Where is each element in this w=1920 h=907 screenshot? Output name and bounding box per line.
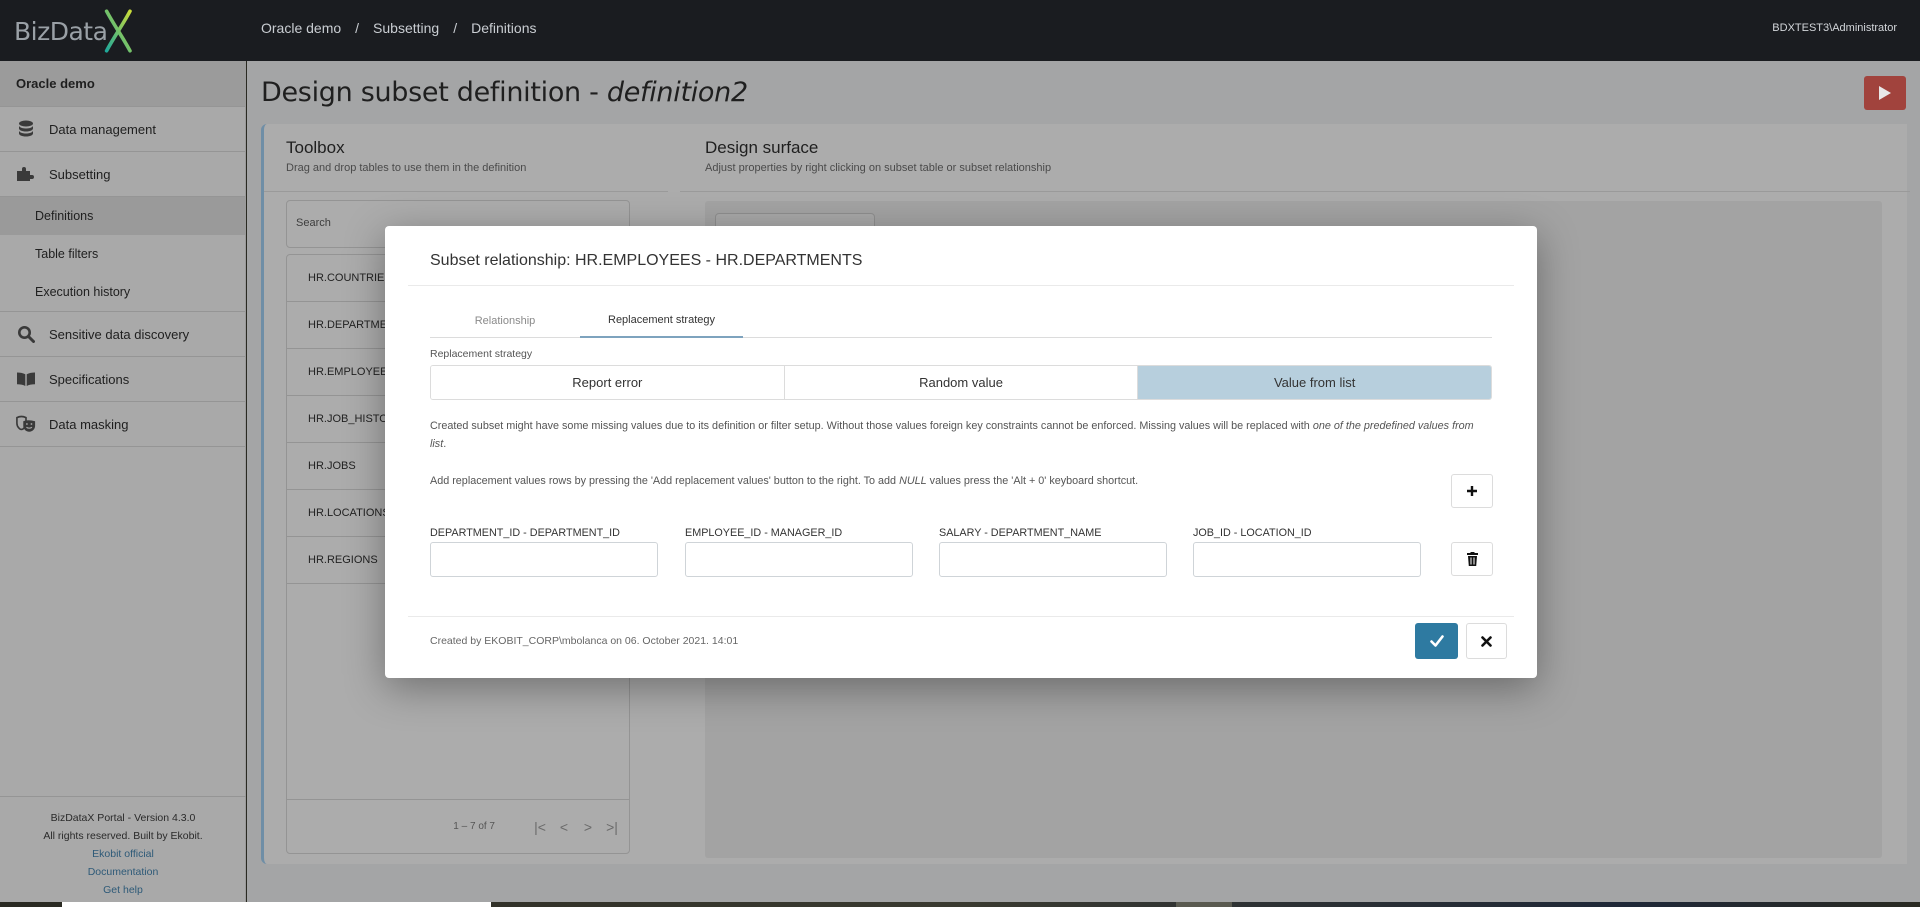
sidebar-subitem-table-filters[interactable]: Table filters <box>0 235 245 273</box>
sidebar-item-label: Data management <box>49 121 156 137</box>
sidebar-subitem-execution-history[interactable]: Execution history <box>0 273 245 311</box>
replacement-field-job-id: JOB_ID - LOCATION_ID <box>1193 527 1421 577</box>
toolbox-title: Toolbox <box>286 138 345 157</box>
replacement-hint: Add replacement values rows by pressing … <box>430 475 1138 487</box>
divider <box>408 285 1514 286</box>
strategy-description: Created subset might have some missing v… <box>430 417 1492 453</box>
breadcrumb-item-definitions[interactable]: Definitions <box>471 20 536 36</box>
replacement-field-salary: SALARY - DEPARTMENT_NAME <box>939 527 1167 577</box>
delete-row-button[interactable] <box>1451 542 1493 576</box>
cancel-button[interactable] <box>1466 623 1507 659</box>
definition-name: definition2 <box>606 77 748 108</box>
search-icon <box>16 324 36 344</box>
top-navbar: BizData Oracle demo / Subsetting / Defin… <box>0 0 1920 61</box>
version-text: BizDataX Portal - Version 4.3.0 <box>50 812 196 824</box>
field-label: DEPARTMENT_ID - DEPARTMENT_ID <box>430 527 620 539</box>
sidebar-item-data-masking[interactable]: Data masking <box>0 402 245 447</box>
sidebar: Oracle demo Data management Subsetting D… <box>0 61 246 902</box>
subsetting-submenu: Definitions Table filters Execution hist… <box>0 197 245 312</box>
run-definition-button[interactable] <box>1864 76 1906 110</box>
next-page-icon[interactable]: > <box>581 819 595 835</box>
design-surface-subtitle: Adjust properties by right clicking on s… <box>705 162 1052 174</box>
employee-id-input[interactable] <box>685 542 913 577</box>
strategy-report-error-button[interactable]: Report error <box>431 366 785 399</box>
link-documentation[interactable]: Documentation <box>0 863 246 881</box>
tab-replacement-strategy[interactable]: Replacement strategy <box>580 304 743 338</box>
add-replacement-values-button[interactable] <box>1451 474 1493 508</box>
previous-page-icon[interactable]: < <box>557 819 571 835</box>
link-get-help[interactable]: Get help <box>0 881 246 899</box>
breadcrumb-separator: / <box>453 20 458 36</box>
play-icon <box>1879 86 1891 100</box>
sidebar-item-label: Data masking <box>49 416 129 432</box>
masks-icon <box>16 414 36 434</box>
breadcrumb-item-oracle-demo[interactable]: Oracle demo <box>261 20 341 36</box>
description-text: Created subset might have some missing v… <box>430 420 1313 432</box>
tab-relationship[interactable]: Relationship <box>430 304 580 338</box>
strategy-value-from-list-button[interactable]: Value from list <box>1138 366 1491 399</box>
taskbar-window[interactable] <box>62 902 491 907</box>
divider <box>264 191 668 192</box>
hint-text: Add replacement values rows by pressing … <box>430 475 900 487</box>
sidebar-item-subsetting[interactable]: Subsetting <box>0 152 245 197</box>
toolbox-subtitle: Drag and drop tables to use them in the … <box>286 162 527 174</box>
sidebar-item-label: Specifications <box>49 371 130 387</box>
link-ekobit-official[interactable]: Ekobit official <box>0 845 246 863</box>
sidebar-item-specifications[interactable]: Specifications <box>0 357 245 402</box>
created-by-info: Created by EKOBIT_CORP\mbolanca on 06. O… <box>430 635 739 647</box>
puzzle-icon <box>16 164 36 184</box>
plus-icon <box>1467 486 1477 496</box>
breadcrumb: Oracle demo / Subsetting / Definitions <box>261 20 536 36</box>
logo-text: BizData <box>14 16 108 46</box>
sidebar-footer: BizDataX Portal - Version 4.3.0 All righ… <box>0 796 246 902</box>
sidebar-item-label: Sensitive data discovery <box>49 326 190 342</box>
sidebar-item-label: Subsetting <box>49 166 111 182</box>
sidebar-project-header[interactable]: Oracle demo <box>0 61 245 107</box>
taskbar-item[interactable] <box>1176 902 1232 907</box>
replacement-strategy-toggle: Report error Random value Value from lis… <box>430 365 1492 400</box>
os-taskbar <box>0 902 1920 907</box>
close-icon <box>1481 635 1492 647</box>
database-icon <box>16 119 36 139</box>
description-end: . <box>443 438 447 450</box>
first-page-icon[interactable]: |< <box>533 819 547 835</box>
logo-x-mark-icon <box>105 9 133 53</box>
hint-null: NULL <box>899 475 927 487</box>
sidebar-item-data-management[interactable]: Data management <box>0 107 245 152</box>
design-surface-title: Design surface <box>705 138 819 157</box>
divider <box>408 616 1514 617</box>
rights-text: All rights reserved. Built by Ekobit. <box>43 830 203 842</box>
dialog-tabs: Relationship Replacement strategy <box>430 304 1492 338</box>
page-title: Design subset definition - definition2 <box>261 77 748 108</box>
confirm-button[interactable] <box>1415 623 1458 659</box>
toolbox-paginator: 1 – 7 of 7 |< < > >| <box>287 799 629 853</box>
replacement-strategy-label: Replacement strategy <box>430 348 533 360</box>
trash-icon <box>1466 552 1478 566</box>
job-id-input[interactable] <box>1193 542 1421 577</box>
field-label: JOB_ID - LOCATION_ID <box>1193 527 1312 539</box>
last-page-icon[interactable]: >| <box>605 819 619 835</box>
dialog-title: Subset relationship: HR.EMPLOYEES - HR.D… <box>430 252 863 269</box>
book-icon <box>16 369 36 389</box>
salary-input[interactable] <box>939 542 1167 577</box>
page-range-label: 1 – 7 of 7 <box>453 821 495 832</box>
replacement-field-department-id: DEPARTMENT_ID - DEPARTMENT_ID <box>430 527 658 577</box>
breadcrumb-separator: / <box>355 20 360 36</box>
hint-text-end: values press the 'Alt + 0' keyboard shor… <box>926 475 1139 487</box>
strategy-random-value-button[interactable]: Random value <box>784 366 1139 399</box>
user-menu[interactable]: BDXTEST3\Administrator <box>1772 22 1897 34</box>
bizdatax-logo[interactable]: BizData <box>14 6 134 56</box>
sidebar-item-sensitive-data-discovery[interactable]: Sensitive data discovery <box>0 312 245 357</box>
department-id-input[interactable] <box>430 542 658 577</box>
field-label: SALARY - DEPARTMENT_NAME <box>939 527 1102 539</box>
check-icon <box>1429 635 1444 647</box>
page-title-prefix: Design subset definition - <box>261 77 607 108</box>
divider <box>680 191 1910 192</box>
subset-relationship-dialog: Subset relationship: HR.EMPLOYEES - HR.D… <box>385 226 1537 678</box>
field-label: EMPLOYEE_ID - MANAGER_ID <box>685 527 843 539</box>
breadcrumb-item-subsetting[interactable]: Subsetting <box>373 20 439 36</box>
replacement-field-employee-id: EMPLOYEE_ID - MANAGER_ID <box>685 527 913 577</box>
sidebar-subitem-definitions[interactable]: Definitions <box>0 197 245 235</box>
